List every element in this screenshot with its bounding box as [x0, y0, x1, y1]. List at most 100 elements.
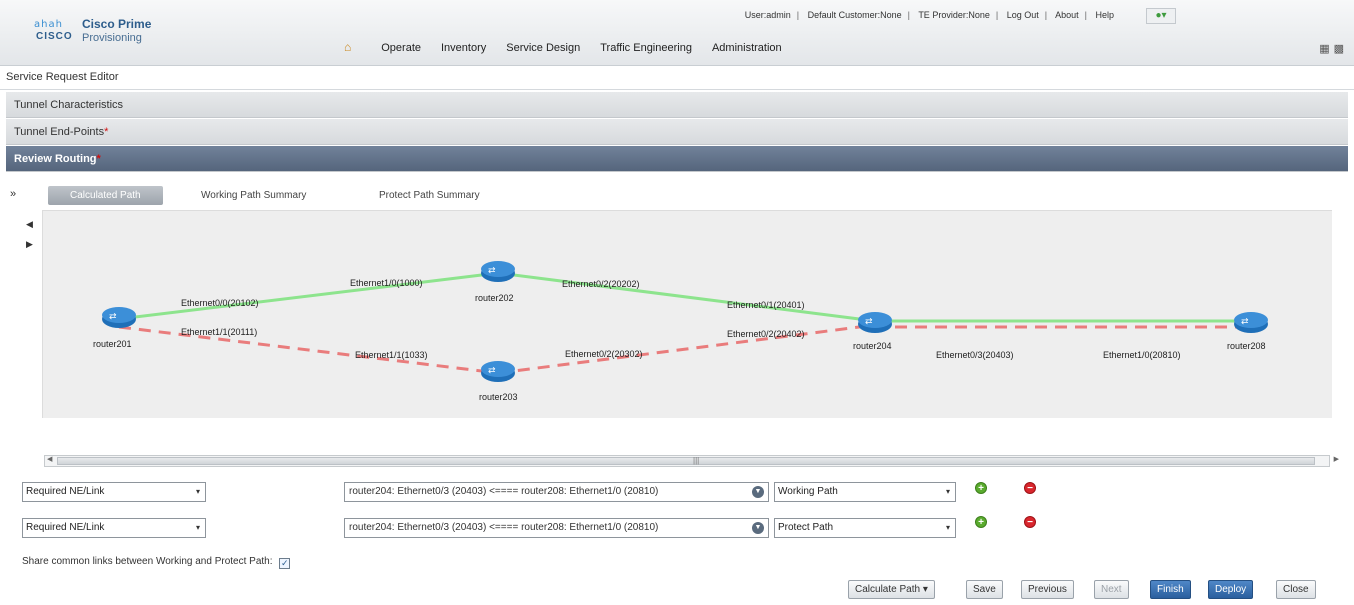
- home-icon[interactable]: ⌂: [344, 39, 371, 57]
- section-tunnel-end-points[interactable]: Tunnel End-Points*: [6, 119, 1348, 145]
- link-router203-router204[interactable]: [497, 323, 876, 375]
- collapse-double-arrow-icon[interactable]: »: [10, 188, 16, 200]
- cisco-wordmark: CISCO: [36, 31, 73, 42]
- if-label: Ethernet0/1(20401): [727, 300, 805, 310]
- main-nav: ⌂ Operate Inventory Service Design Traff…: [344, 39, 792, 57]
- share-common-links-row: Share common links between Working and P…: [22, 556, 291, 569]
- share-common-links-checkbox[interactable]: ✓: [279, 558, 291, 569]
- nav-inventory[interactable]: Inventory: [431, 39, 496, 57]
- select-value: Protect Path: [778, 522, 834, 533]
- te-provider-link[interactable]: TE Provider:None: [918, 10, 990, 20]
- router-icon: ⇄: [109, 311, 117, 321]
- tab-protect-path-summary[interactable]: Protect Path Summary: [379, 186, 480, 205]
- if-label: Ethernet1/0(20810): [1103, 350, 1181, 360]
- link-router201-router202[interactable]: [118, 271, 499, 321]
- link-router202-router204[interactable]: [497, 271, 876, 323]
- constraint-type-select[interactable]: Required NE/Link ▾: [22, 518, 206, 538]
- dropdown-arrow-icon: ▾: [945, 487, 950, 496]
- link-router201-router203[interactable]: [118, 325, 499, 375]
- router-icon: ⇄: [488, 265, 496, 275]
- router-node[interactable]: ⇄ router202: [475, 261, 515, 303]
- if-label: Ethernet1/0(1000): [350, 278, 423, 288]
- path-element-field[interactable]: router204: Ethernet0/3 (20403) <==== rou…: [344, 518, 769, 538]
- help-dropdown-icon[interactable]: ●▾: [1146, 8, 1176, 24]
- if-label: Ethernet0/2(20402): [727, 329, 805, 339]
- router-node[interactable]: ⇄ router203: [479, 361, 518, 402]
- horizontal-scrollbar[interactable]: ◀ ||| ▶: [44, 455, 1339, 467]
- tab-calculated-path[interactable]: Calculated Path: [48, 186, 163, 205]
- if-label: Ethernet0/3(20403): [936, 350, 1014, 360]
- logout-link[interactable]: Log Out: [1007, 10, 1039, 20]
- close-button[interactable]: Close: [1276, 580, 1316, 599]
- remove-constraint-icon[interactable]: −: [1024, 516, 1036, 528]
- product-name: Cisco Prime: [82, 17, 152, 31]
- router-label: router201: [93, 339, 132, 349]
- scroll-left-arrow-icon[interactable]: ◀: [47, 455, 52, 463]
- dropdown-arrow-icon: ▾: [195, 487, 200, 496]
- if-label: Ethernet1/1(1033): [355, 350, 428, 360]
- finish-button[interactable]: Finish: [1150, 580, 1191, 599]
- field-value: router204: Ethernet0/3 (20403) <==== rou…: [349, 522, 659, 533]
- select-value: Required NE/Link: [26, 522, 105, 533]
- remove-constraint-icon[interactable]: −: [1024, 482, 1036, 494]
- window-icons[interactable]: ▦▩: [1319, 42, 1348, 55]
- select-value: Working Path: [778, 486, 838, 497]
- right-arrow-icon[interactable]: ▶: [26, 234, 33, 254]
- nav-traffic-engineering[interactable]: Traffic Engineering: [590, 39, 702, 57]
- section-label: Review Routing: [14, 153, 97, 165]
- add-constraint-icon[interactable]: +: [975, 482, 987, 494]
- share-common-links-label: Share common links between Working and P…: [22, 556, 273, 567]
- required-marker: *: [96, 153, 101, 165]
- picker-icon[interactable]: ▼: [752, 486, 764, 498]
- router-label: router204: [853, 341, 892, 351]
- dropdown-arrow-icon: ▾: [195, 523, 200, 532]
- nav-administration[interactable]: Administration: [702, 39, 792, 57]
- section-label: Tunnel Characteristics: [14, 99, 124, 111]
- side-arrows: ◀ ▶: [26, 214, 33, 254]
- cisco-logo: ahah CISCO Cisco Prime Provisioning: [34, 17, 151, 44]
- dropdown-arrow-icon: ▾: [945, 523, 950, 532]
- topology-canvas[interactable]: Ethernet0/0(20102) Ethernet1/0(1000) Eth…: [42, 210, 1332, 418]
- router-node[interactable]: ⇄ router204: [853, 312, 892, 351]
- section-label: Tunnel End-Points: [14, 126, 105, 138]
- router-icon: ⇄: [865, 316, 873, 326]
- app-header: ahah CISCO Cisco Prime Provisioning User…: [0, 0, 1354, 66]
- section-tunnel-characteristics[interactable]: Tunnel Characteristics: [6, 92, 1348, 118]
- customer-link[interactable]: Default Customer:None: [808, 10, 902, 20]
- add-constraint-icon[interactable]: +: [975, 516, 987, 528]
- product-subtitle: Provisioning: [82, 32, 142, 44]
- router-label: router208: [1227, 341, 1266, 351]
- if-label: Ethernet0/2(20302): [565, 349, 643, 359]
- if-label: Ethernet0/0(20102): [181, 298, 259, 308]
- previous-button[interactable]: Previous: [1021, 580, 1074, 599]
- scroll-thumb[interactable]: |||: [57, 456, 1315, 465]
- picker-icon[interactable]: ▼: [752, 522, 764, 534]
- router-icon: ⇄: [1241, 316, 1249, 326]
- top-links: User:admin | Default Customer:None | TE Pr…: [744, 10, 1114, 20]
- about-link[interactable]: About: [1055, 10, 1079, 20]
- save-button[interactable]: Save: [966, 580, 1003, 599]
- select-value: Required NE/Link: [26, 486, 105, 497]
- cisco-bars-icon: ahah: [34, 19, 63, 30]
- constraint-type-select[interactable]: Required NE/Link ▾: [22, 482, 206, 502]
- router-icon: ⇄: [488, 365, 496, 375]
- router-node[interactable]: ⇄ router208: [1227, 312, 1268, 351]
- path-kind-select[interactable]: Protect Path ▾: [774, 518, 956, 538]
- router-label: router203: [479, 392, 518, 402]
- required-marker: *: [104, 126, 109, 138]
- path-element-field[interactable]: router204: Ethernet0/3 (20403) <==== rou…: [344, 482, 769, 502]
- next-button: Next: [1094, 580, 1129, 599]
- nav-service-design[interactable]: Service Design: [496, 39, 590, 57]
- path-kind-select[interactable]: Working Path ▾: [774, 482, 956, 502]
- calculate-path-button[interactable]: Calculate Path ▾: [848, 580, 935, 599]
- scroll-right-arrow-icon[interactable]: ▶: [1334, 455, 1339, 463]
- user-link[interactable]: User:admin: [745, 10, 791, 20]
- help-link[interactable]: Help: [1095, 10, 1114, 20]
- left-arrow-icon[interactable]: ◀: [26, 214, 33, 234]
- topology-svg: Ethernet0/0(20102) Ethernet1/0(1000) Eth…: [93, 261, 1268, 402]
- deploy-button[interactable]: Deploy: [1208, 580, 1254, 599]
- section-review-routing[interactable]: Review Routing*: [6, 146, 1348, 172]
- tab-working-path-summary[interactable]: Working Path Summary: [201, 186, 306, 205]
- nav-operate[interactable]: Operate: [371, 39, 431, 57]
- if-label: Ethernet1/1(20111): [181, 327, 257, 337]
